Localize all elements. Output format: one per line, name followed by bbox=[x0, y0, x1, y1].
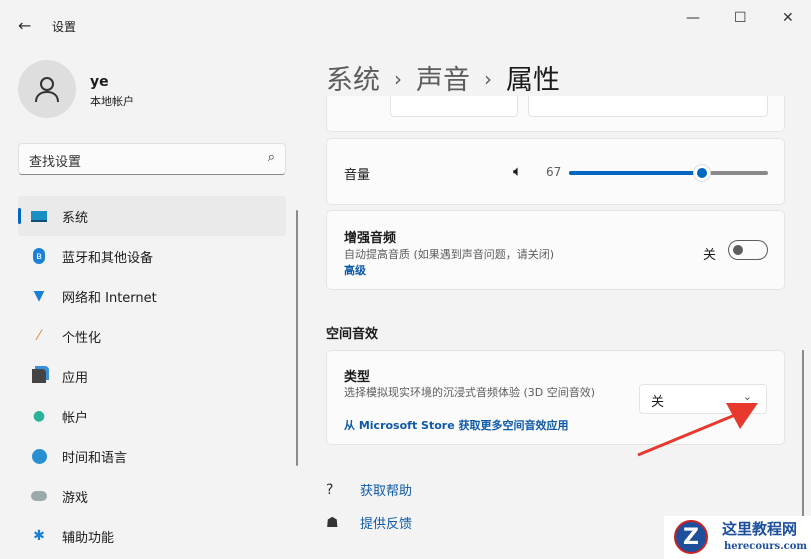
sidebar-item-apps[interactable]: 应用 bbox=[18, 356, 286, 396]
spatial-description: 选择模拟现实环境的沉浸式音频体验 (3D 空间音效) bbox=[344, 386, 596, 399]
maximize-button[interactable]: ☐ bbox=[734, 10, 747, 26]
minimize-button[interactable]: — bbox=[686, 10, 700, 26]
sidebar-item-label: 游戏 bbox=[62, 490, 89, 506]
bluetooth-icon: ʙ bbox=[30, 247, 48, 265]
volume-label: 音量 bbox=[344, 168, 371, 183]
breadcrumb: 系统 › 声音 › 属性 bbox=[326, 65, 560, 96]
brush-icon: ⁄ bbox=[37, 328, 41, 344]
advanced-link[interactable]: 高级 bbox=[344, 262, 366, 278]
sidebar-item-label: 帐户 bbox=[62, 410, 89, 426]
sidebar-item-label: 网络和 Internet bbox=[62, 290, 157, 306]
sidebar-item-label: 个性化 bbox=[62, 330, 102, 346]
feedback-link[interactable]: ☗ 提供反馈 bbox=[326, 513, 413, 533]
volume-slider-thumb[interactable] bbox=[693, 164, 712, 182]
title-bar: ← 设置 — ☐ ✕ bbox=[0, 0, 811, 50]
volume-card: 音量 🔈︎ 67 bbox=[326, 138, 785, 205]
toggle-state-label: 关 bbox=[703, 248, 717, 263]
enhance-toggle[interactable] bbox=[728, 240, 768, 260]
sidebar-item-time-language[interactable]: 时间和语言 bbox=[18, 436, 286, 476]
spatial-type-title: 类型 bbox=[344, 370, 371, 385]
dropdown-partial[interactable] bbox=[528, 96, 768, 117]
watermark: Z 这里教程网 herecours.com bbox=[664, 516, 811, 559]
avatar[interactable] bbox=[18, 60, 76, 118]
close-button[interactable]: ✕ bbox=[782, 10, 794, 26]
app-title: 设置 bbox=[52, 20, 77, 34]
format-card-partial bbox=[326, 96, 785, 132]
sidebar-item-gaming[interactable]: 游戏 bbox=[18, 476, 286, 516]
sidebar-item-system[interactable]: 系统 bbox=[18, 196, 286, 236]
person-icon bbox=[35, 77, 59, 103]
sidebar-item-label: 时间和语言 bbox=[62, 450, 128, 466]
search-placeholder: 查找设置 bbox=[29, 155, 82, 170]
breadcrumb-properties: 属性 bbox=[506, 65, 560, 96]
sidebar-item-label: 蓝牙和其他设备 bbox=[62, 250, 154, 266]
sidebar-item-bluetooth[interactable]: ʙ 蓝牙和其他设备 bbox=[18, 236, 286, 276]
sidebar-item-accounts[interactable]: ● 帐户 bbox=[18, 396, 286, 436]
sidebar-scrollbar[interactable] bbox=[296, 210, 298, 466]
accessibility-icon: ✱ bbox=[33, 528, 45, 544]
sidebar-item-network[interactable]: ▼ 网络和 Internet bbox=[18, 276, 286, 316]
watermark-name: 这里教程网 bbox=[722, 520, 798, 538]
dropdown-partial[interactable] bbox=[390, 96, 518, 117]
enhance-description: 自动提高音质 (如果遇到声音问题，请关闭) bbox=[344, 248, 555, 261]
person-icon: ● bbox=[32, 408, 46, 424]
sidebar-nav: 系统 ʙ 蓝牙和其他设备 ▼ 网络和 Internet ⁄ 个性化 应用 ● 帐户 时间… bbox=[18, 196, 286, 556]
get-help-link[interactable]: ? 获取帮助 bbox=[326, 480, 413, 500]
speaker-icon[interactable]: 🔈︎ bbox=[513, 162, 522, 180]
watermark-logo: Z bbox=[674, 520, 708, 554]
spatial-heading: 空间音效 bbox=[326, 327, 379, 342]
user-name: ye bbox=[90, 74, 109, 90]
breadcrumb-sound[interactable]: 声音 bbox=[416, 65, 470, 96]
monitor-icon bbox=[30, 207, 48, 225]
store-link[interactable]: 从 Microsoft Store 获取更多空间音效应用 bbox=[344, 417, 568, 433]
account-type: 本地帐户 bbox=[90, 95, 134, 108]
feedback-icon: ☗ bbox=[326, 514, 339, 531]
volume-value: 67 bbox=[546, 165, 562, 179]
volume-slider-fill bbox=[569, 171, 703, 175]
enhance-title: 增强音频 bbox=[344, 231, 397, 246]
wifi-icon: ▼ bbox=[33, 288, 45, 304]
feedback-label: 提供反馈 bbox=[360, 517, 413, 532]
sidebar-item-label: 系统 bbox=[62, 210, 89, 226]
sidebar-item-label: 辅助功能 bbox=[62, 530, 115, 546]
clock-globe-icon bbox=[30, 447, 48, 465]
enhance-audio-card: 增强音频 自动提高音质 (如果遇到声音问题，请关闭) 高级 关 bbox=[326, 210, 785, 290]
sidebar-item-accessibility[interactable]: ✱ 辅助功能 bbox=[18, 516, 286, 556]
red-arrow-annotation bbox=[637, 403, 758, 457]
apps-icon bbox=[30, 367, 48, 385]
sidebar-item-label: 应用 bbox=[62, 370, 89, 386]
search-icon: ⌕ bbox=[267, 150, 275, 165]
gamepad-icon bbox=[30, 487, 48, 505]
content-scrollbar[interactable] bbox=[802, 350, 804, 540]
back-button[interactable]: ← bbox=[18, 16, 31, 35]
watermark-url: herecours.com bbox=[724, 541, 808, 552]
sidebar-item-personalization[interactable]: ⁄ 个性化 bbox=[18, 316, 286, 356]
search-input[interactable]: 查找设置 ⌕ bbox=[18, 143, 286, 175]
help-icon: ? bbox=[326, 481, 334, 498]
breadcrumb-system[interactable]: 系统 bbox=[326, 65, 380, 96]
volume-slider[interactable] bbox=[569, 164, 768, 182]
get-help-label: 获取帮助 bbox=[360, 484, 413, 499]
